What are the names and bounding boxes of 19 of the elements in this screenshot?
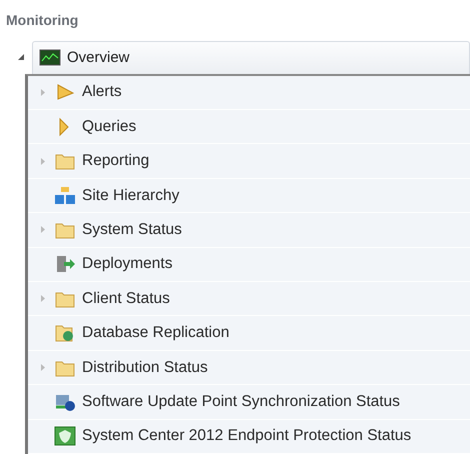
deployment-icon	[54, 254, 76, 274]
tree-item[interactable]: System Status	[28, 213, 470, 248]
tree-item[interactable]: Deployments	[28, 248, 470, 282]
tree-item[interactable]: Site Hierarchy	[28, 178, 470, 214]
tree-item[interactable]: Database Replication	[28, 316, 470, 351]
hierarchy-icon	[54, 186, 76, 206]
tree-item[interactable]: System Center 2012 Endpoint Protection Status	[28, 420, 470, 454]
tree-item[interactable]: Alerts	[28, 76, 470, 110]
tree-item[interactable]: Software Update Point Synchronization Status	[28, 385, 470, 420]
database-icon	[54, 323, 76, 344]
tree-item[interactable]: Overview	[32, 40, 470, 74]
section-title: Monitoring	[6, 12, 78, 28]
tree-item[interactable]: Distribution Status	[28, 350, 470, 386]
tree-item[interactable]: Client Status	[28, 282, 470, 316]
tree-item[interactable]: Reporting	[28, 144, 470, 179]
expanded-arrow-icon[interactable]	[16, 52, 26, 62]
tree-item[interactable]: Queries	[28, 110, 470, 144]
monitor-icon	[39, 48, 61, 68]
shield-icon	[54, 426, 76, 446]
